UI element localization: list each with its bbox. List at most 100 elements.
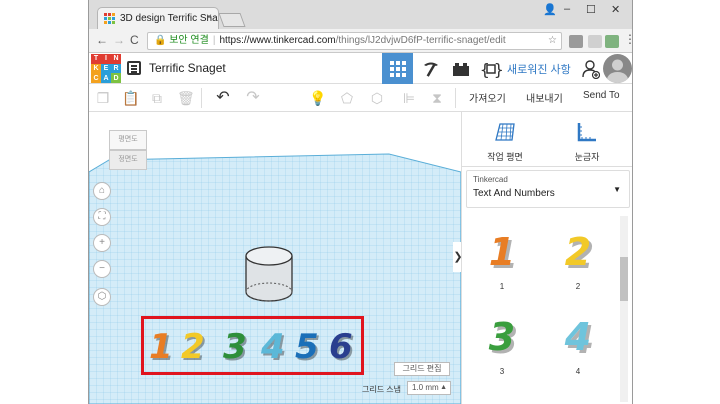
paste-icon[interactable]: 📋 bbox=[122, 90, 139, 106]
mirror-icon[interactable]: ⧗ bbox=[429, 90, 445, 106]
workplane-tool[interactable]: 작업 평면 bbox=[470, 122, 540, 163]
add-user-icon[interactable] bbox=[582, 59, 600, 79]
zoom-in-icon[interactable]: + bbox=[93, 234, 111, 252]
whats-new-link[interactable]: 새로워진 사항 bbox=[507, 61, 571, 77]
minecraft-mode-button[interactable] bbox=[415, 53, 446, 84]
home-view-icon[interactable]: ⌂ bbox=[93, 182, 111, 200]
view-cube[interactable]: 평면도 정면도 bbox=[109, 130, 151, 172]
ruler-icon bbox=[577, 123, 596, 142]
workplane-label: 작업 평면 bbox=[487, 152, 523, 162]
divider bbox=[462, 166, 632, 167]
code-braces-icon: { } bbox=[480, 60, 502, 78]
close-window-button[interactable]: ✕ bbox=[611, 3, 620, 16]
extension-icon[interactable] bbox=[569, 35, 583, 48]
snap-grid-select[interactable]: 1.0 mm ▲ bbox=[407, 381, 451, 395]
logo-letter: K bbox=[91, 63, 101, 74]
view-cube-top[interactable]: 평면도 bbox=[109, 130, 147, 150]
shape-item[interactable]: 4 4 bbox=[548, 317, 608, 376]
caret-up-icon: ▲ bbox=[440, 384, 447, 391]
workplane-canvas[interactable]: 평면도 정면도 ⌂ ⛶ + − ⬡ 1 2 3 4 5 6 그리드 편집 그리드… bbox=[89, 112, 461, 404]
svg-text:{: { bbox=[480, 60, 490, 78]
selection-highlight-box bbox=[141, 316, 364, 375]
ruler-label: 눈금자 bbox=[574, 152, 600, 162]
avatar[interactable] bbox=[603, 54, 632, 83]
cylinder-shape[interactable] bbox=[243, 246, 295, 304]
tinkercad-logo[interactable]: T I N K E R C A D bbox=[91, 54, 121, 83]
logo-letter: N bbox=[111, 54, 121, 64]
bookmark-star-icon[interactable]: ☆ bbox=[548, 33, 557, 49]
send-to-button[interactable]: Send To bbox=[583, 90, 620, 101]
shape-label: 4 bbox=[575, 367, 581, 376]
logo-letter: I bbox=[101, 54, 111, 64]
tinkercad-favicon-icon bbox=[104, 13, 115, 24]
browser-toolbar: ← → C 🔒 보안 연결 | https://www.tinkercad.com/… bbox=[89, 29, 632, 53]
design-title[interactable]: Terrific Snaget bbox=[149, 61, 226, 75]
shape-item[interactable]: 1 1 bbox=[472, 232, 532, 291]
address-bar[interactable]: 🔒 보안 연결 | https://www.tinkercad.com/things… bbox=[147, 32, 562, 50]
collapse-panel-button[interactable]: ❯ bbox=[453, 242, 461, 272]
copy-icon[interactable]: ❐ bbox=[95, 90, 111, 106]
extension-icon[interactable] bbox=[605, 35, 619, 48]
divider bbox=[455, 88, 456, 108]
separator: | bbox=[212, 35, 216, 46]
redo-icon[interactable]: ↷ bbox=[245, 90, 261, 106]
new-tab-button[interactable] bbox=[218, 13, 246, 27]
maximize-button[interactable]: ☐ bbox=[586, 3, 596, 16]
shape-thumbnail: 1 bbox=[488, 230, 516, 274]
grid-icon bbox=[389, 60, 406, 77]
lightbulb-icon[interactable]: 💡 bbox=[309, 90, 326, 106]
shape-thumbnail: 4 bbox=[564, 315, 592, 359]
delete-icon[interactable]: 🗑 bbox=[177, 90, 195, 106]
shape-item[interactable]: 3 3 bbox=[472, 317, 532, 376]
browser-tab[interactable]: 3D design Terrific Snage × bbox=[97, 7, 219, 29]
perspective-icon[interactable]: ⬡ bbox=[93, 288, 111, 306]
codeblocks-mode-button[interactable]: { } bbox=[475, 53, 506, 84]
workplane-grid-icon bbox=[495, 123, 515, 141]
url-path: /things/lJ2dvjwD6fP-terrific-snaget/edit bbox=[335, 35, 506, 46]
export-button[interactable]: 내보내기 bbox=[526, 90, 563, 105]
view-cube-front[interactable]: 정면도 bbox=[109, 150, 147, 170]
lego-mode-button[interactable] bbox=[445, 53, 476, 84]
shape-thumbnail: 3 bbox=[488, 315, 516, 359]
forward-button[interactable]: → bbox=[113, 33, 125, 47]
panel-scrollbar-track[interactable] bbox=[620, 216, 628, 402]
extension-icon[interactable] bbox=[588, 35, 602, 48]
url-host: https://www.tinkercad.com bbox=[219, 35, 336, 46]
align-icon[interactable]: ⊫ bbox=[401, 90, 417, 106]
tab-title: 3D design Terrific Snage bbox=[120, 13, 219, 24]
zoom-out-icon[interactable]: − bbox=[93, 260, 111, 278]
browser-window: 3D design Terrific Snage × 👤 – ☐ ✕ ← → C… bbox=[88, 0, 633, 404]
3d-design-mode-button[interactable] bbox=[382, 53, 413, 84]
edit-toolbar: ❐ 📋 ⧉ 🗑 ↶ ↷ 💡 ⬠ ⬡ ⊫ ⧗ 가져오기 내보내기 Send To bbox=[89, 84, 632, 112]
tab-close-icon[interactable]: × bbox=[206, 12, 212, 23]
shape-item[interactable]: 2 2 bbox=[548, 232, 608, 291]
import-button[interactable]: 가져오기 bbox=[469, 90, 506, 105]
shape-thumbnail: 2 bbox=[564, 230, 592, 274]
user-silhouette-icon bbox=[606, 59, 629, 83]
snap-grid-value: 1.0 mm bbox=[412, 383, 439, 392]
ungroup-icon[interactable]: ⬡ bbox=[369, 90, 385, 106]
undo-icon[interactable]: ↶ bbox=[215, 90, 231, 106]
group-icon[interactable]: ⬠ bbox=[339, 90, 355, 106]
shape-label: 3 bbox=[499, 367, 505, 376]
pickaxe-icon bbox=[423, 62, 438, 77]
minimize-button[interactable]: – bbox=[564, 3, 570, 15]
svg-text:}: } bbox=[494, 60, 502, 78]
chrome-menu-icon[interactable]: ⋮ bbox=[624, 32, 632, 46]
divider bbox=[201, 88, 202, 108]
shapes-panel: 작업 평면 눈금자 Tinkercad Text And Numbers ▼ 1… bbox=[461, 112, 632, 404]
shape-library-select[interactable]: Tinkercad Text And Numbers ▼ bbox=[466, 170, 630, 208]
panel-scrollbar-thumb[interactable] bbox=[620, 257, 628, 301]
library-source: Tinkercad bbox=[473, 175, 508, 184]
logo-letter: T bbox=[91, 54, 101, 64]
library-selected: Text And Numbers bbox=[473, 188, 555, 199]
design-menu-icon[interactable] bbox=[127, 61, 141, 75]
duplicate-icon[interactable]: ⧉ bbox=[149, 90, 165, 106]
brick-icon bbox=[452, 62, 469, 76]
ruler-tool[interactable]: 눈금자 bbox=[552, 122, 622, 163]
reload-button[interactable]: C bbox=[130, 33, 139, 47]
fit-view-icon[interactable]: ⛶ bbox=[93, 208, 111, 226]
edit-grid-button[interactable]: 그리드 편집 bbox=[394, 362, 450, 376]
window-user-icon[interactable]: 👤 bbox=[543, 3, 557, 16]
back-button[interactable]: ← bbox=[96, 33, 108, 47]
